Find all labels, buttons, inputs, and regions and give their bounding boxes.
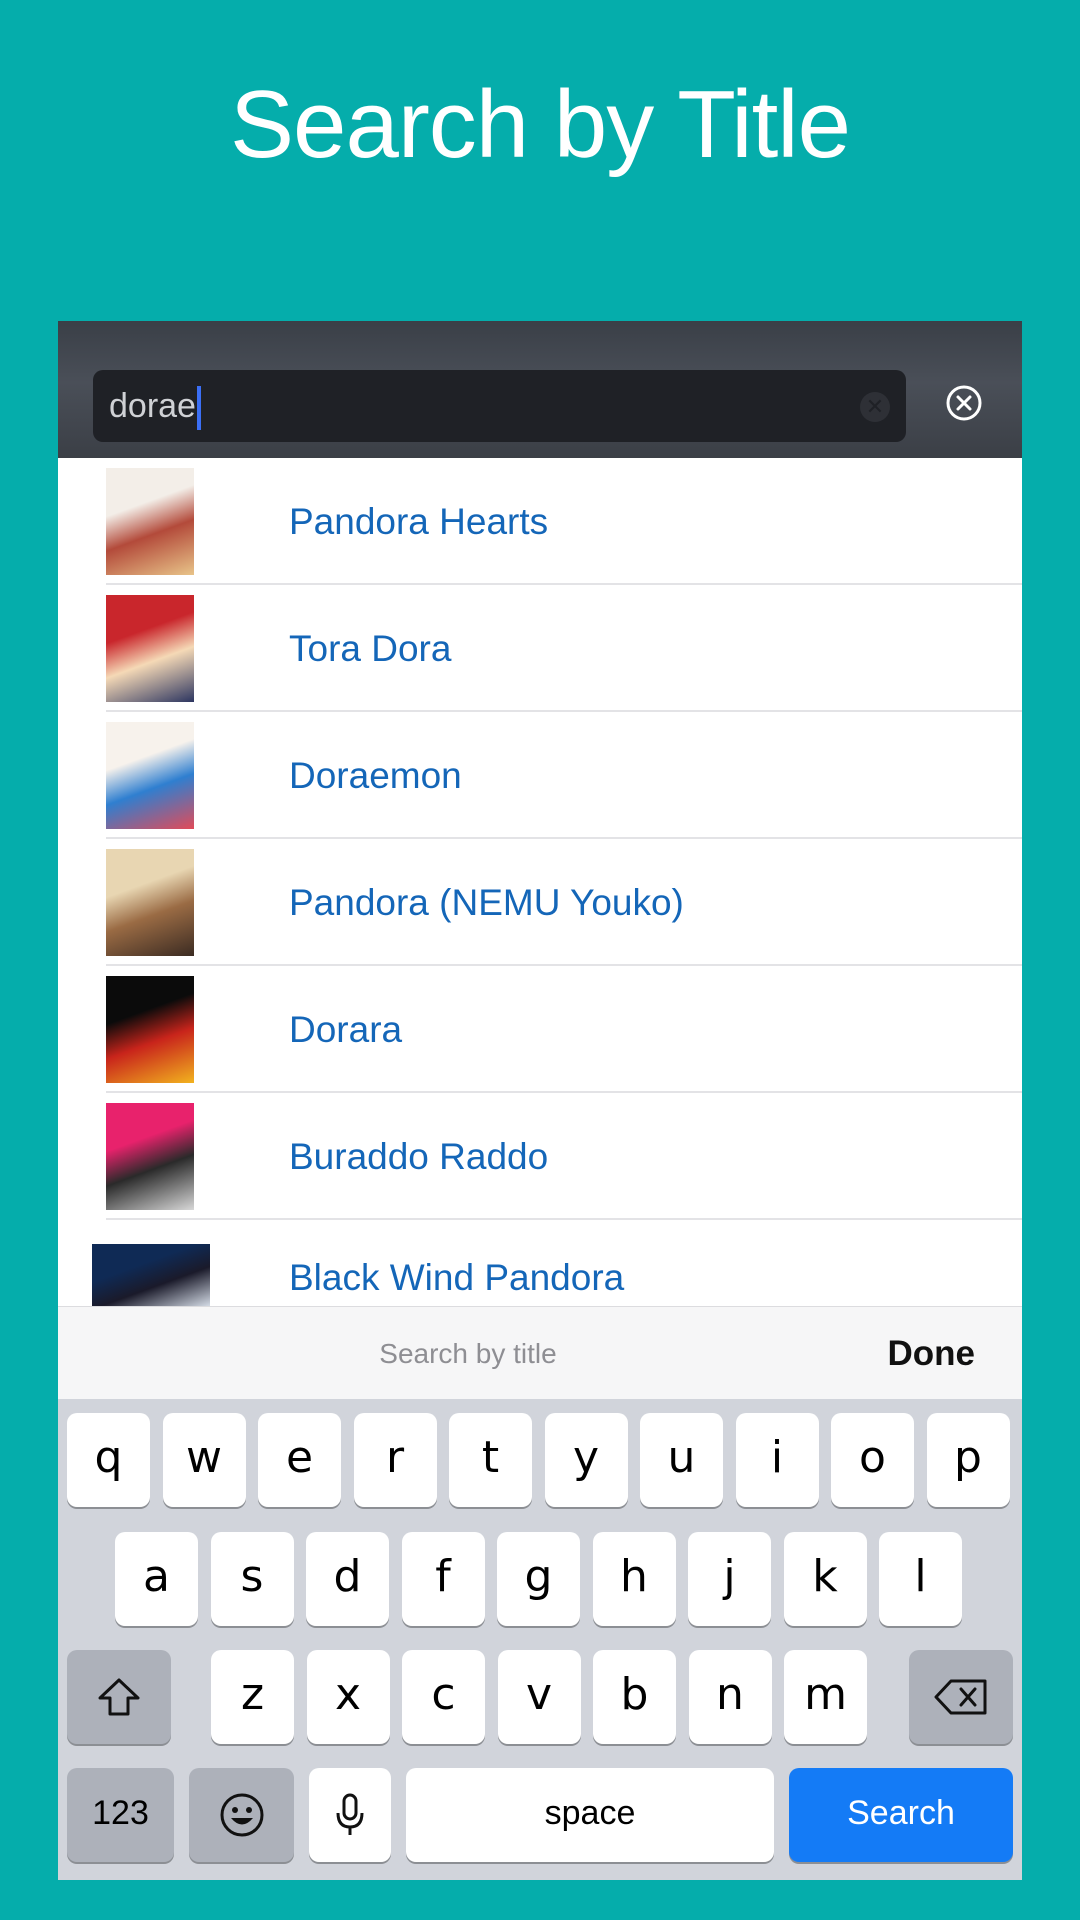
key-p[interactable]: p — [926, 1413, 1010, 1507]
key-r[interactable]: r — [353, 1413, 437, 1507]
emoji-icon — [220, 1793, 263, 1837]
key-s[interactable]: s — [210, 1532, 294, 1626]
key-k[interactable]: k — [783, 1532, 867, 1626]
key-y[interactable]: y — [544, 1413, 628, 1507]
result-row[interactable]: Pandora Hearts — [106, 458, 1022, 585]
done-button[interactable]: Done — [888, 1307, 976, 1400]
result-title: Buraddo Raddo — [289, 1136, 549, 1177]
key-e[interactable]: e — [258, 1413, 341, 1507]
shift-icon — [98, 1678, 140, 1716]
key-j[interactable]: j — [688, 1532, 771, 1626]
key-f[interactable]: f — [401, 1532, 485, 1626]
text-caret — [196, 386, 201, 431]
cover-thumbnail — [92, 1244, 210, 1306]
result-title: Pandora (NEMU Youko) — [289, 882, 684, 923]
cover-thumbnail — [106, 468, 194, 575]
key-c[interactable]: c — [402, 1650, 485, 1744]
numbers-key[interactable]: 123 — [67, 1768, 174, 1862]
microphone-key[interactable] — [309, 1768, 391, 1862]
key-m[interactable]: m — [784, 1650, 867, 1744]
keyboard-accessory-bar: Search by title Done — [58, 1306, 1022, 1399]
key-l[interactable]: l — [879, 1532, 962, 1626]
clear-field-icon[interactable]: ✕ — [860, 392, 890, 422]
phone-screen: dorae ✕ Pandora Hearts Tora Dora Doraemon P… — [58, 321, 1022, 1880]
key-d[interactable]: d — [306, 1532, 389, 1626]
cover-thumbnail — [106, 1103, 194, 1210]
key-b[interactable]: b — [593, 1650, 676, 1744]
result-row[interactable]: Doraemon — [106, 712, 1022, 839]
shift-key[interactable] — [67, 1650, 171, 1744]
microphone-icon — [336, 1793, 364, 1835]
key-t[interactable]: t — [449, 1413, 532, 1507]
key-o[interactable]: o — [831, 1413, 914, 1507]
emoji-key[interactable] — [189, 1768, 294, 1862]
search-input[interactable]: dorae ✕ — [93, 370, 906, 442]
result-row[interactable]: Dorara — [106, 966, 1022, 1093]
result-row[interactable]: Tora Dora — [106, 585, 1022, 712]
key-h[interactable]: h — [592, 1532, 676, 1626]
key-x[interactable]: x — [306, 1650, 390, 1744]
backspace-icon — [934, 1679, 987, 1715]
search-bar: dorae ✕ — [58, 321, 1022, 458]
result-row[interactable]: Black Wind Pandora — [92, 1220, 1022, 1306]
result-title: Doraemon — [289, 755, 462, 796]
search-key[interactable]: Search — [789, 1768, 1013, 1862]
result-title: Tora Dora — [289, 628, 452, 669]
key-v[interactable]: v — [497, 1650, 581, 1744]
key-i[interactable]: i — [735, 1413, 819, 1507]
cover-thumbnail — [106, 595, 194, 702]
page-headline: Search by Title — [230, 71, 851, 178]
cover-thumbnail — [106, 849, 194, 956]
search-hint: Search by title — [379, 1338, 557, 1369]
keyboard: q w e r t y u i o p a s d f g h j k l z x c v b n m 123 space Search — [58, 1399, 1022, 1880]
key-u[interactable]: u — [640, 1413, 723, 1507]
result-title: Dorara — [289, 1009, 403, 1050]
key-a[interactable]: a — [115, 1532, 198, 1626]
space-key[interactable]: space — [406, 1768, 774, 1862]
result-row[interactable]: Pandora (NEMU Youko) — [106, 839, 1022, 966]
key-g[interactable]: g — [497, 1532, 580, 1626]
results-list: Pandora Hearts Tora Dora Doraemon Pandora (… — [58, 458, 1022, 1306]
cover-thumbnail — [106, 722, 194, 829]
cover-thumbnail — [106, 976, 194, 1083]
key-z[interactable]: z — [211, 1650, 294, 1744]
key-n[interactable]: n — [688, 1650, 772, 1744]
search-query[interactable]: dorae — [109, 382, 201, 431]
result-row[interactable]: Buraddo Raddo — [106, 1093, 1022, 1220]
delete-key[interactable] — [909, 1650, 1013, 1744]
result-title: Black Wind Pandora — [289, 1257, 625, 1298]
result-title: Pandora Hearts — [289, 501, 549, 542]
close-circle-icon[interactable] — [944, 383, 984, 423]
key-w[interactable]: w — [162, 1413, 246, 1507]
key-q[interactable]: q — [67, 1413, 150, 1507]
